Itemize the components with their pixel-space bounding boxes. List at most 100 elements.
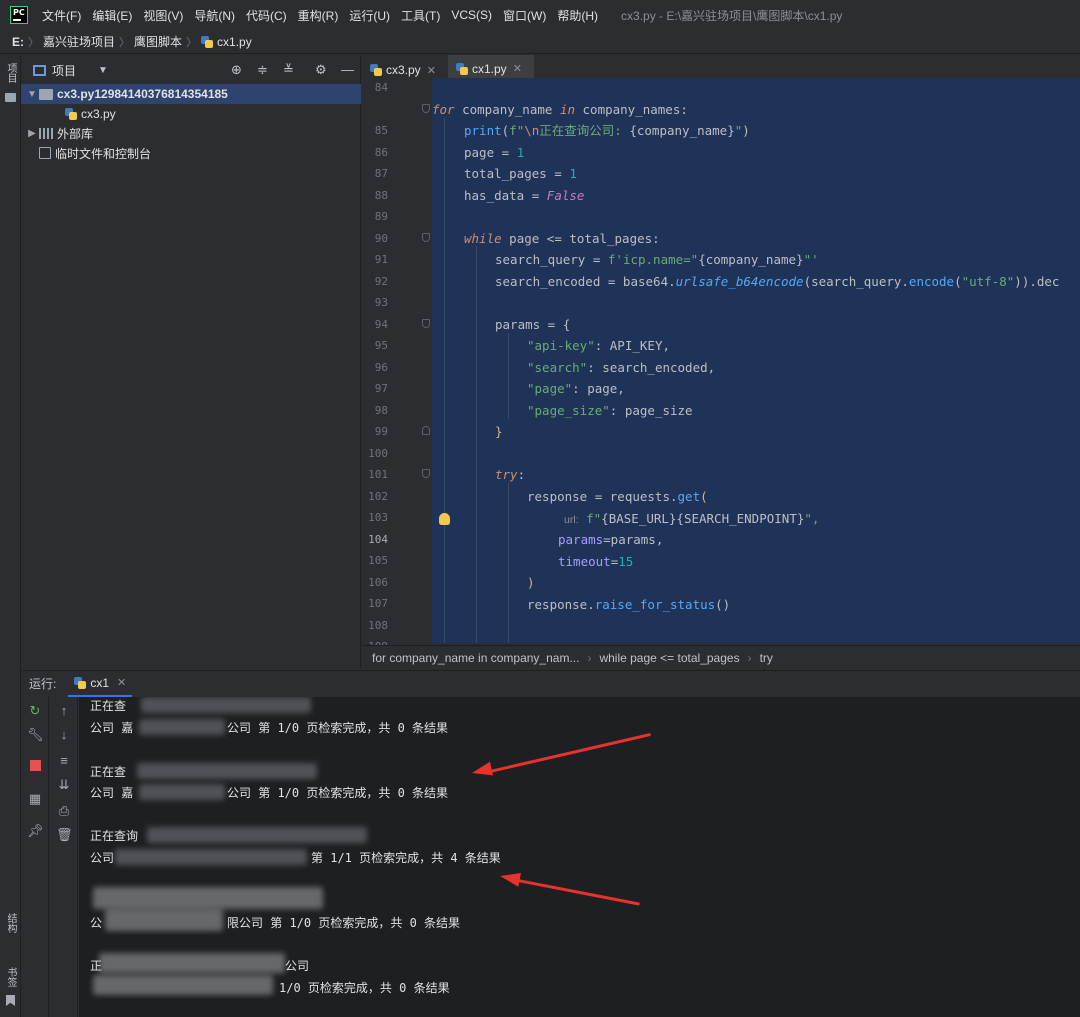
python-file-icon — [201, 35, 214, 48]
line-number: 105 — [368, 554, 388, 567]
tool-tab-structure[interactable]: 结构 — [3, 913, 18, 933]
breadcrumb-folder-scripts[interactable]: 鹰图脚本 — [134, 33, 182, 50]
redacted-text — [147, 827, 367, 843]
close-icon[interactable]: ✕ — [513, 62, 522, 75]
redacted-text — [99, 953, 285, 973]
line-number: 91 — [374, 253, 388, 266]
line-number: 102 — [368, 490, 388, 503]
menu-window[interactable]: 窗口(W) — [503, 7, 546, 24]
console-line: 公 — [90, 916, 103, 930]
redacted-text — [139, 784, 225, 800]
project-panel-title[interactable]: 项目 — [52, 62, 76, 79]
menu-navigate[interactable]: 导航(N) — [194, 7, 235, 24]
indent-guide — [508, 483, 509, 643]
fold-marker-icon[interactable] — [422, 104, 430, 113]
console-line: 正在查询 — [90, 829, 139, 843]
run-toolbar-primary: ↻ 🔧︎ ▦ 📌︎ — [21, 697, 49, 1017]
breadcrumb: E: 〉 嘉兴驻场项目 〉 鹰图脚本 〉 cx1.py — [0, 30, 1080, 54]
menu-file[interactable]: 文件(F) — [42, 7, 81, 24]
breadcrumb-file[interactable]: cx1.py — [217, 35, 252, 49]
python-file-icon — [74, 676, 87, 689]
line-number-current: 104 — [368, 533, 388, 546]
pycharm-logo-icon[interactable]: PC — [10, 6, 28, 24]
fold-marker-icon[interactable] — [422, 233, 430, 242]
line-number: 99 — [374, 425, 388, 438]
menu-edit[interactable]: 编辑(E) — [92, 7, 132, 24]
tree-item-cx3-file[interactable]: cx3.py — [21, 104, 361, 124]
menu-help[interactable]: 帮助(H) — [557, 7, 598, 24]
tool-tab-project[interactable]: 项目 — [3, 63, 18, 83]
line-number: 95 — [374, 339, 388, 352]
chevron-down-icon[interactable]: ▼ — [98, 65, 108, 76]
redacted-text — [137, 763, 317, 779]
code-editor[interactable]: for company_name in company_names: print… — [432, 78, 1080, 643]
chevron-down-icon[interactable]: ▼ — [25, 89, 39, 100]
wrench-icon[interactable]: 🔧︎ — [27, 727, 44, 743]
tree-item-root[interactable]: ▼ cx3.py12984140376814354185 — [21, 84, 361, 104]
arrow-up-icon[interactable]: ↑ — [56, 703, 72, 718]
rerun-icon[interactable]: ↻ — [27, 703, 43, 719]
pin-icon[interactable]: 📌︎ — [27, 823, 44, 839]
lightbulb-icon[interactable] — [439, 513, 450, 525]
console-line: 公司 第 1/0 页检索完成，共 0 条结果 — [227, 786, 449, 800]
stop-icon[interactable] — [27, 759, 43, 774]
menu-tools[interactable]: 工具(T) — [401, 7, 440, 24]
menu-vcs[interactable]: VCS(S) — [451, 8, 492, 22]
line-number: 87 — [374, 167, 388, 180]
tool-tab-bookmarks[interactable]: 书签 — [3, 967, 18, 987]
fold-marker-icon[interactable] — [422, 319, 430, 328]
soft-wrap-icon[interactable]: ≡ — [56, 753, 72, 768]
console-line: 1/0 页检索完成，共 0 条结果 — [279, 981, 450, 995]
print-icon[interactable]: ⎙ — [56, 803, 72, 819]
code-line-106: timeout=15 — [558, 554, 634, 569]
code-crumb-for[interactable]: for company_name in company_nam... — [372, 651, 579, 665]
line-number: 103 — [368, 511, 388, 524]
collapse-all-icon[interactable]: ≚ — [283, 62, 294, 78]
code-line-104: url: f"{BASE_URL}{SEARCH_ENDPOINT}", — [564, 511, 820, 526]
chevron-right-icon: 〉 — [28, 36, 39, 49]
code-line-102: try: — [495, 467, 526, 482]
chevron-right-icon[interactable]: ▶ — [25, 128, 39, 139]
code-line-108: response.raise_for_status() — [527, 597, 731, 612]
code-line-92: search_query = f'icp.name="{company_name… — [495, 252, 819, 267]
tree-item-external-libraries[interactable]: ▶ 外部库 — [21, 123, 361, 143]
code-line-100: } — [495, 424, 503, 439]
close-icon[interactable]: ✕ — [427, 64, 436, 77]
tab-label: cx3.py — [386, 63, 421, 77]
arrow-down-icon[interactable]: ↓ — [56, 727, 72, 742]
line-number: 106 — [368, 576, 388, 589]
code-crumb-try[interactable]: try — [760, 651, 773, 665]
line-number: 89 — [374, 210, 388, 223]
tree-item-label: cx3.py12984140376814354185 — [57, 87, 228, 101]
menu-run[interactable]: 运行(U) — [349, 7, 390, 24]
menu-code[interactable]: 代码(C) — [246, 7, 287, 24]
code-crumb-while[interactable]: while page <= total_pages — [599, 651, 739, 665]
fold-marker-icon[interactable] — [422, 469, 430, 478]
tree-item-scratches[interactable]: 临时文件和控制台 — [21, 143, 361, 163]
python-file-icon — [370, 64, 382, 76]
run-tab-cx1[interactable]: cx1 ✕ — [68, 671, 133, 697]
trash-icon[interactable]: 🗑︎ — [56, 827, 73, 843]
minimize-icon[interactable]: — — [341, 62, 354, 77]
line-number: 84 — [374, 81, 388, 94]
breadcrumb-folder-project[interactable]: 嘉兴驻场项目 — [43, 33, 115, 50]
gear-icon[interactable]: ⚙ — [315, 62, 327, 78]
run-panel-header: 运行: cx1 ✕ — [21, 670, 1080, 697]
tab-label: cx1.py — [472, 61, 507, 76]
code-line-91: while page <= total_pages: — [464, 231, 660, 246]
breadcrumb-drive[interactable]: E: — [12, 35, 24, 49]
chevron-right-icon: 〉 — [119, 36, 131, 49]
menu-refactor[interactable]: 重构(R) — [298, 7, 339, 24]
fold-marker-icon[interactable] — [422, 426, 430, 435]
chevron-right-icon: › — [747, 650, 752, 665]
run-console-output[interactable]: 正在查 公司 嘉 公司 第 1/0 页检索完成，共 0 条结果 正在查 公司 嘉… — [79, 697, 1080, 1017]
layout-icon[interactable]: ▦ — [27, 791, 43, 807]
locate-icon[interactable]: ⊕ — [231, 62, 242, 78]
menu-view[interactable]: 视图(V) — [143, 7, 183, 24]
expand-all-icon[interactable]: ≑ — [257, 62, 268, 78]
scroll-to-end-icon[interactable]: ⇊ — [56, 777, 72, 793]
python-file-icon — [65, 108, 77, 120]
close-icon[interactable]: ✕ — [117, 676, 126, 689]
tree-item-label: cx3.py — [81, 107, 116, 121]
line-number: 93 — [374, 296, 388, 309]
